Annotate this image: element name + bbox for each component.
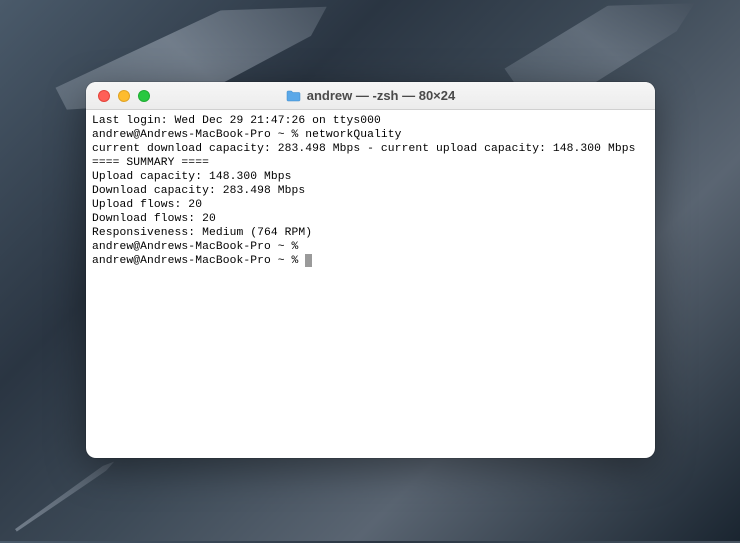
terminal-prompt-line: andrew@Andrews-MacBook-Pro ~ % [92,254,649,268]
titlebar[interactable]: andrew — -zsh — 80×24 [86,82,655,110]
terminal-line: current download capacity: 283.498 Mbps … [92,142,649,156]
minimize-button[interactable] [118,90,130,102]
close-button[interactable] [98,90,110,102]
terminal-line: Responsiveness: Medium (764 RPM) [92,226,649,240]
terminal-line: Last login: Wed Dec 29 21:47:26 on ttys0… [92,114,649,128]
terminal-line: andrew@Andrews-MacBook-Pro ~ % networkQu… [92,128,649,142]
terminal-line: ==== SUMMARY ==== [92,156,649,170]
terminal-window[interactable]: andrew — -zsh — 80×24 Last login: Wed De… [86,82,655,458]
terminal-line: Download capacity: 283.498 Mbps [92,184,649,198]
terminal-line: Download flows: 20 [92,212,649,226]
window-title-container: andrew — -zsh — 80×24 [286,88,455,103]
terminal-line: Upload capacity: 148.300 Mbps [92,170,649,184]
traffic-lights [86,90,150,102]
terminal-line: Upload flows: 20 [92,198,649,212]
terminal-line: andrew@Andrews-MacBook-Pro ~ % [92,240,649,254]
cursor [305,254,312,267]
terminal-prompt-text: andrew@Andrews-MacBook-Pro ~ % [92,255,305,267]
maximize-button[interactable] [138,90,150,102]
window-title: andrew — -zsh — 80×24 [307,88,455,103]
terminal-content[interactable]: Last login: Wed Dec 29 21:47:26 on ttys0… [86,110,655,458]
wallpaper-decoration [7,449,123,542]
folder-icon [286,90,301,102]
